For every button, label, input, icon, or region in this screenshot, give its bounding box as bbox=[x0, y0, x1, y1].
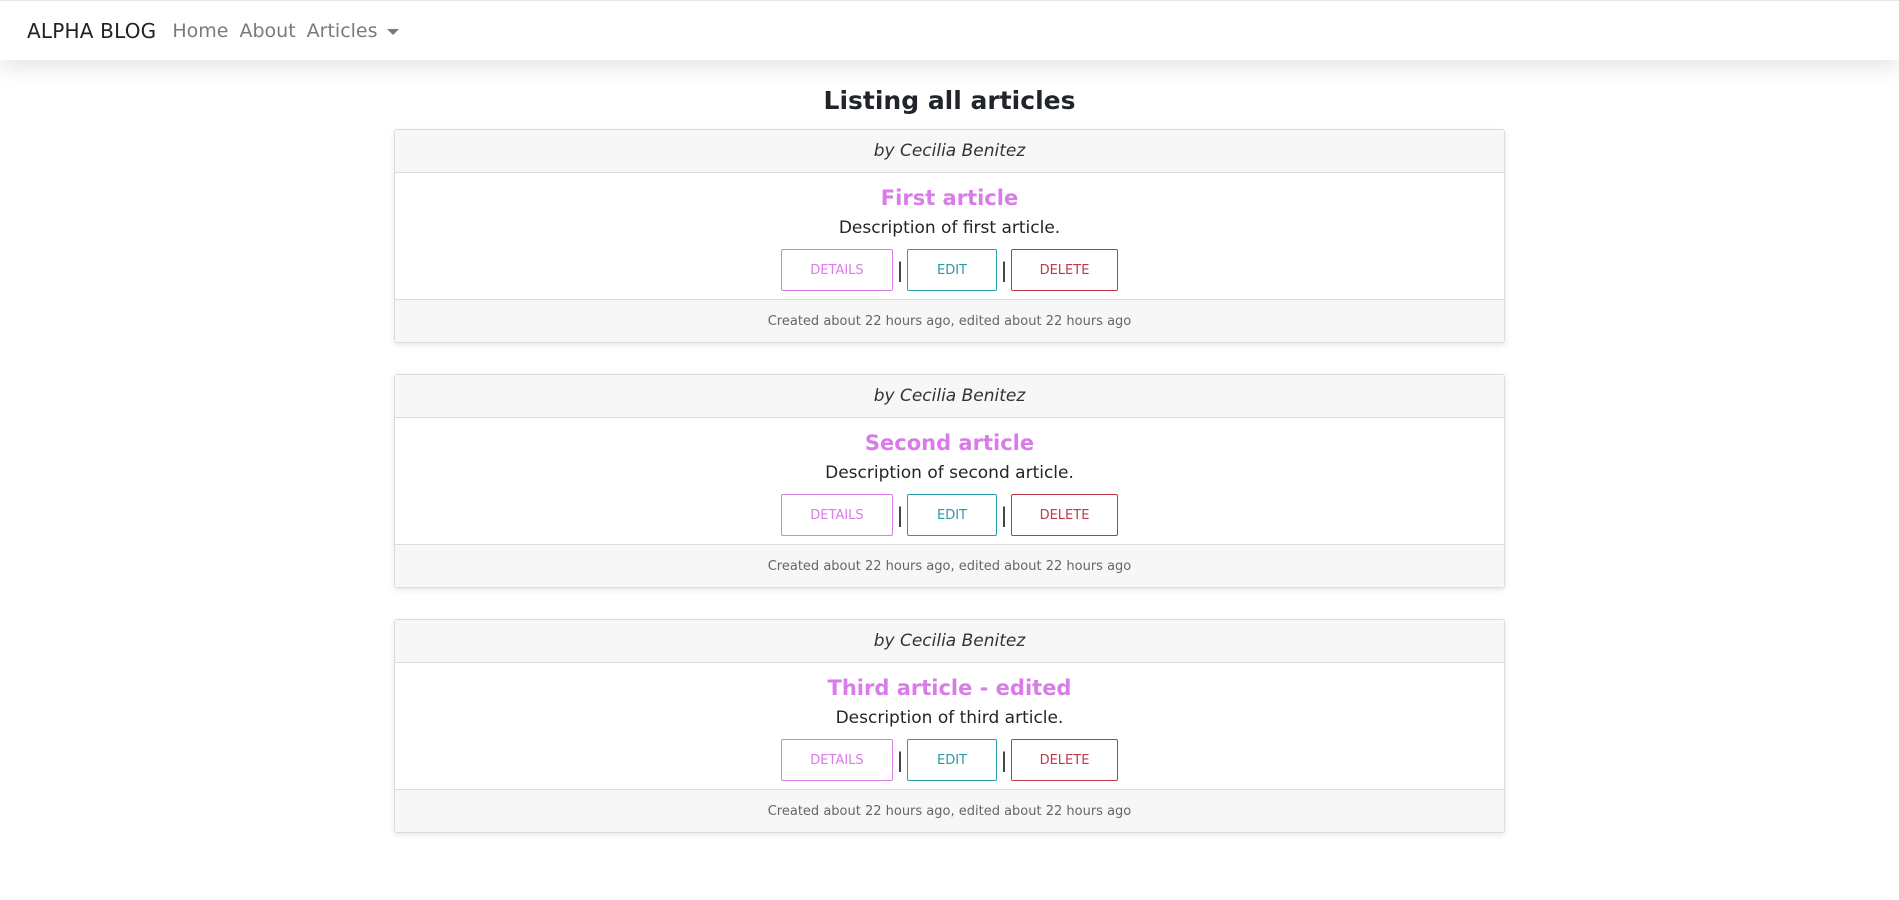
separator: | bbox=[896, 258, 904, 282]
details-button[interactable]: DETAILS bbox=[781, 494, 893, 536]
article-timestamps: Created about 22 hours ago, edited about… bbox=[395, 544, 1504, 587]
nav-about-link[interactable]: About bbox=[239, 20, 295, 42]
delete-button[interactable]: DELETE bbox=[1011, 494, 1118, 536]
article-actions: DETAILS | EDIT | DELETE bbox=[395, 494, 1504, 536]
articles-dropdown-label[interactable]: Articles bbox=[307, 20, 378, 42]
article-timestamps: Created about 22 hours ago, edited about… bbox=[395, 789, 1504, 832]
separator: | bbox=[1000, 503, 1008, 527]
article-body: Third article - edited Description of th… bbox=[395, 663, 1504, 789]
article-actions: DETAILS | EDIT | DELETE bbox=[395, 249, 1504, 291]
article-author: by Cecilia Benitez bbox=[395, 375, 1504, 418]
article-description: Description of third article. bbox=[835, 708, 1064, 728]
article-timestamps: Created about 22 hours ago, edited about… bbox=[395, 299, 1504, 342]
separator: | bbox=[1000, 748, 1008, 772]
article-body: Second article Description of second art… bbox=[395, 418, 1504, 544]
article-card: by Cecilia Benitez First article Descrip… bbox=[394, 129, 1505, 343]
article-author: by Cecilia Benitez bbox=[395, 620, 1504, 663]
separator: | bbox=[1000, 258, 1008, 282]
article-actions: DETAILS | EDIT | DELETE bbox=[395, 739, 1504, 781]
details-button[interactable]: DETAILS bbox=[781, 249, 893, 291]
separator: | bbox=[896, 503, 904, 527]
article-card: by Cecilia Benitez Third article - edite… bbox=[394, 619, 1505, 833]
article-title: Third article - edited bbox=[827, 676, 1072, 700]
article-body: First article Description of first artic… bbox=[395, 173, 1504, 299]
nav-home-link[interactable]: Home bbox=[172, 20, 228, 42]
page-title: Listing all articles bbox=[823, 86, 1076, 115]
article-title: Second article bbox=[864, 431, 1035, 455]
edit-button[interactable]: EDIT bbox=[907, 739, 997, 781]
articles-dropdown[interactable]: Articles bbox=[307, 20, 399, 42]
edit-button[interactable]: EDIT bbox=[907, 494, 997, 536]
delete-button[interactable]: DELETE bbox=[1011, 249, 1118, 291]
brand-link[interactable]: ALPHA BLOG bbox=[27, 19, 156, 43]
article-description: Description of first article. bbox=[838, 218, 1061, 238]
article-card: by Cecilia Benitez Second article Descri… bbox=[394, 374, 1505, 588]
article-author: by Cecilia Benitez bbox=[395, 130, 1504, 173]
caret-down-icon bbox=[386, 28, 399, 35]
delete-button[interactable]: DELETE bbox=[1011, 739, 1118, 781]
details-button[interactable]: DETAILS bbox=[781, 739, 893, 781]
separator: | bbox=[896, 748, 904, 772]
article-description: Description of second article. bbox=[825, 463, 1074, 483]
article-title: First article bbox=[880, 186, 1019, 210]
navbar: ALPHA BLOG Home About Articles bbox=[0, 0, 1899, 60]
edit-button[interactable]: EDIT bbox=[907, 249, 997, 291]
